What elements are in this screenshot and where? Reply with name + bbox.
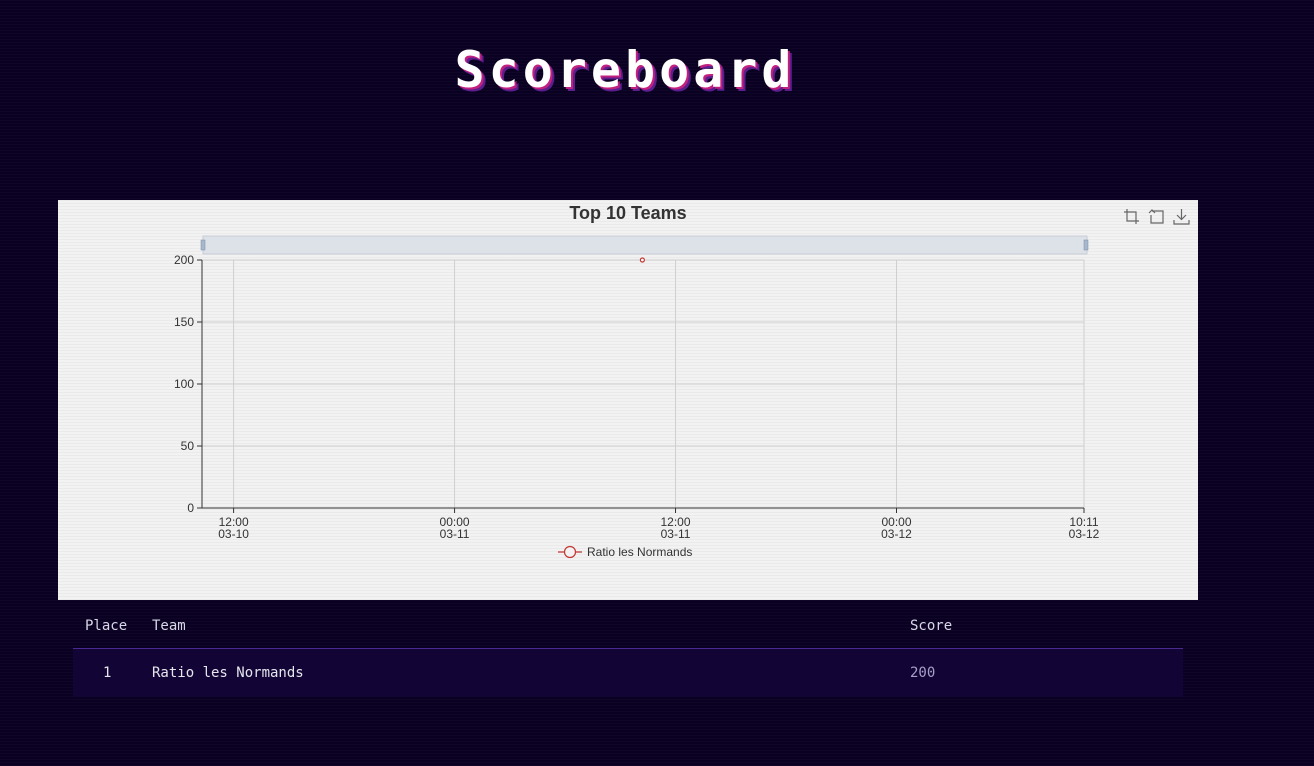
datazoom-handle-right[interactable] <box>1083 239 1089 251</box>
team-cell[interactable]: Ratio les Normands <box>152 648 910 697</box>
chart-panel: Top 10 Teams 0 50 100 150 200 12:00 03-10 00:00… <box>58 200 1198 600</box>
x-tick-date-label: 03-11 <box>661 527 691 541</box>
y-tick-label: 150 <box>174 315 194 329</box>
chart-title: Top 10 Teams <box>569 203 686 223</box>
chart-series <box>639 257 645 263</box>
table-header-row: Place Team Score <box>73 604 1183 649</box>
chart-legend[interactable]: Ratio les Normands <box>558 545 692 559</box>
top-teams-chart: Top 10 Teams 05010015020012:0003-1000:00… <box>174 203 1100 559</box>
datazoom-track[interactable] <box>202 235 1088 255</box>
x-tick-date-label: 03-12 <box>1069 527 1100 541</box>
y-tick-label: 100 <box>174 377 194 391</box>
scoreboard-table: Place Team Score 1 Ratio les Normands 20… <box>73 604 1183 697</box>
download-icon[interactable] <box>1173 208 1190 225</box>
zoom-icon[interactable] <box>1123 208 1140 225</box>
chart-grid <box>202 259 1085 509</box>
page-title: Scoreboard <box>454 41 796 99</box>
chart-axes: 05010015020012:0003-1000:0003-1112:0003-… <box>174 253 1100 541</box>
legend-label[interactable]: Ratio les Normands <box>587 545 692 559</box>
legend-marker[interactable] <box>563 545 577 559</box>
team-header[interactable]: Team <box>152 604 910 649</box>
zoom-reset-icon[interactable] <box>1148 208 1165 225</box>
chart-toolbox <box>1123 208 1190 225</box>
place-cell: 1 <box>73 648 152 697</box>
place-header[interactable]: Place <box>73 604 152 649</box>
score-header[interactable]: Score <box>910 604 1183 649</box>
datazoom-handle-left[interactable] <box>200 239 206 251</box>
data-point[interactable] <box>639 257 645 263</box>
x-tick-date-label: 03-11 <box>440 527 470 541</box>
x-tick-date-label: 03-12 <box>881 527 912 541</box>
x-tick-date-label: 03-10 <box>218 527 249 541</box>
table-row[interactable]: 1 Ratio les Normands 200 <box>73 648 1183 697</box>
y-tick-label: 200 <box>174 253 194 267</box>
y-tick-label: 0 <box>187 501 194 515</box>
score-cell: 200 <box>910 648 1183 697</box>
y-tick-label: 50 <box>181 439 195 453</box>
datazoom-slider[interactable] <box>200 235 1089 255</box>
